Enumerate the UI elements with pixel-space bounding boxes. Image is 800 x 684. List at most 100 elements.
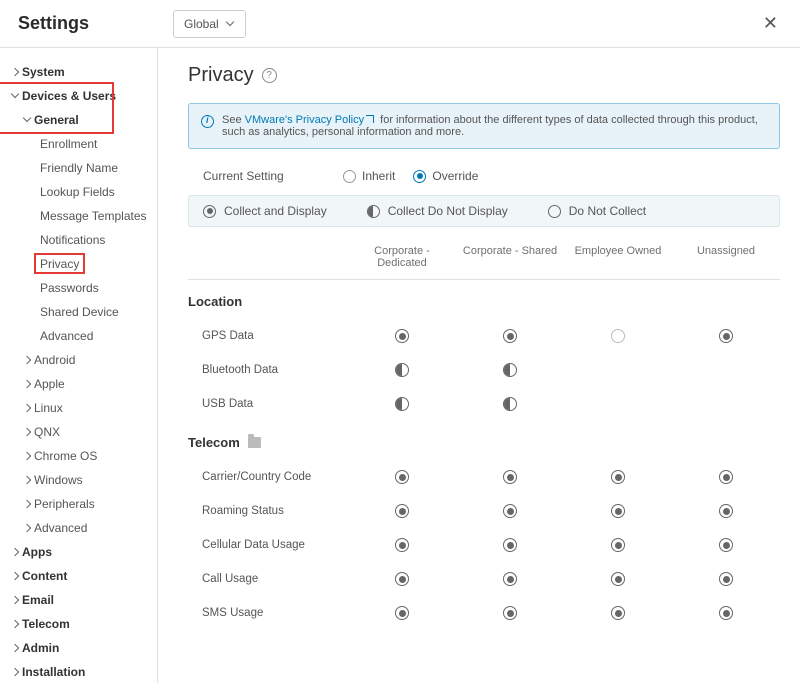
sidebar-item-label: QNX [34, 425, 60, 439]
sidebar-item-apps[interactable]: Apps [0, 540, 157, 564]
privacy-option-full[interactable] [395, 606, 409, 620]
privacy-option-full[interactable] [503, 329, 517, 343]
sidebar-item-label: Message Templates [40, 209, 147, 223]
sidebar-item-friendly-name[interactable]: Friendly Name [0, 156, 157, 180]
folder-icon [248, 437, 261, 448]
privacy-option-full[interactable] [395, 329, 409, 343]
sidebar-item-windows[interactable]: Windows [0, 468, 157, 492]
sidebar-item-label: General [34, 113, 79, 127]
privacy-option-full[interactable] [719, 606, 733, 620]
info-text: See VMware's Privacy Policy for informat… [222, 114, 767, 138]
sidebar-item-label: Linux [34, 401, 63, 415]
section-location: Location [188, 280, 780, 319]
sidebar-item-general[interactable]: General [0, 108, 157, 132]
table-row: Carrier/Country Code [188, 460, 780, 494]
privacy-option-half[interactable] [503, 363, 517, 377]
scope-label: Global [184, 17, 219, 31]
legend-bar: Collect and Display Collect Do Not Displ… [188, 195, 780, 227]
privacy-option-full[interactable] [503, 470, 517, 484]
layout: SystemDevices & Users General Enrollment Fr… [0, 48, 800, 683]
privacy-option-empty[interactable] [611, 329, 625, 343]
chevron-right-icon [10, 667, 20, 677]
privacy-option-full[interactable] [719, 572, 733, 586]
chevron-right-icon [22, 451, 32, 461]
privacy-option-half[interactable] [503, 397, 517, 411]
chevron-right-icon [22, 523, 32, 533]
sidebar-item-label: Lookup Fields [40, 185, 115, 199]
privacy-option-full[interactable] [611, 606, 625, 620]
row-label: Bluetooth Data [188, 364, 348, 376]
sidebar-item-label: Telecom [22, 617, 70, 631]
table-row: Call Usage [188, 562, 780, 596]
sidebar-item-shared-device[interactable]: Shared Device [0, 300, 157, 324]
privacy-option-half[interactable] [395, 363, 409, 377]
section-title: Location [188, 294, 242, 309]
privacy-option-full[interactable] [611, 470, 625, 484]
chevron-right-icon [22, 427, 32, 437]
sidebar-item-label: Friendly Name [40, 161, 118, 175]
row-label: USB Data [188, 398, 348, 410]
override-radio[interactable]: Override [413, 169, 478, 183]
sidebar-item-devices-users[interactable]: Devices & Users [0, 84, 157, 108]
sidebar-item-message-templates[interactable]: Message Templates [0, 204, 157, 228]
privacy-option-full[interactable] [719, 470, 733, 484]
privacy-option-full[interactable] [719, 504, 733, 518]
privacy-option-full[interactable] [395, 504, 409, 518]
close-button[interactable]: ✕ [759, 9, 782, 38]
section-telecom: Telecom [188, 421, 780, 460]
sidebar-item-enrollment[interactable]: Enrollment [0, 132, 157, 156]
sidebar-item-label: Passwords [40, 281, 99, 295]
sidebar-item-telecom[interactable]: Telecom [0, 612, 157, 636]
privacy-option-full[interactable] [503, 504, 517, 518]
page-title: Settings [18, 13, 173, 34]
help-icon[interactable]: ? [262, 68, 277, 83]
scope-selector[interactable]: Global [173, 10, 246, 38]
chevron-right-icon [22, 499, 32, 509]
privacy-option-full[interactable] [611, 504, 625, 518]
sidebar-item-privacy[interactable]: Privacy [0, 252, 157, 276]
row-label: Cellular Data Usage [188, 539, 348, 551]
sidebar-item-content[interactable]: Content [0, 564, 157, 588]
sidebar-item-advanced[interactable]: Advanced [0, 324, 157, 348]
sidebar-item-email[interactable]: Email [0, 588, 157, 612]
sidebar-item-linux[interactable]: Linux [0, 396, 157, 420]
sidebar-item-admin[interactable]: Admin [0, 636, 157, 660]
sidebar-item-lookup-fields[interactable]: Lookup Fields [0, 180, 157, 204]
chevron-right-icon [10, 547, 20, 557]
privacy-option-full[interactable] [395, 470, 409, 484]
sidebar-item-advanced[interactable]: Advanced [0, 516, 157, 540]
sidebar-item-apple[interactable]: Apple [0, 372, 157, 396]
privacy-option-full[interactable] [503, 606, 517, 620]
chevron-right-icon [10, 67, 20, 77]
privacy-option-full[interactable] [719, 538, 733, 552]
sidebar-item-peripherals[interactable]: Peripherals [0, 492, 157, 516]
sidebar-item-label: Shared Device [40, 305, 119, 319]
sidebar-item-android[interactable]: Android [0, 348, 157, 372]
inherit-radio[interactable]: Inherit [343, 169, 395, 183]
privacy-option-full[interactable] [395, 538, 409, 552]
privacy-option-full[interactable] [719, 329, 733, 343]
column-header: Corporate - Shared [456, 245, 564, 269]
sidebar-item-system[interactable]: System [0, 60, 157, 84]
privacy-option-full[interactable] [611, 538, 625, 552]
privacy-option-half[interactable] [395, 397, 409, 411]
sidebar-item-notifications[interactable]: Notifications [0, 228, 157, 252]
privacy-option-full[interactable] [395, 572, 409, 586]
privacy-option-full[interactable] [611, 572, 625, 586]
row-label: GPS Data [188, 330, 348, 342]
sidebar-item-label: Apps [22, 545, 52, 559]
info-banner: See VMware's Privacy Policy for informat… [188, 103, 780, 149]
sidebar-item-passwords[interactable]: Passwords [0, 276, 157, 300]
privacy-option-full[interactable] [503, 538, 517, 552]
legend-no-collect: Do Not Collect [548, 204, 646, 218]
privacy-option-full[interactable] [503, 572, 517, 586]
chevron-down-icon [10, 91, 20, 101]
chevron-down-icon [225, 19, 235, 29]
sidebar-item-qnx[interactable]: QNX [0, 420, 157, 444]
privacy-policy-link[interactable]: VMware's Privacy Policy [245, 114, 377, 126]
sidebar-item-label: Windows [34, 473, 83, 487]
chevron-right-icon [22, 355, 32, 365]
sidebar-item-chrome-os[interactable]: Chrome OS [0, 444, 157, 468]
top-bar: Settings Global ✕ [0, 0, 800, 48]
sidebar-item-installation[interactable]: Installation [0, 660, 157, 684]
